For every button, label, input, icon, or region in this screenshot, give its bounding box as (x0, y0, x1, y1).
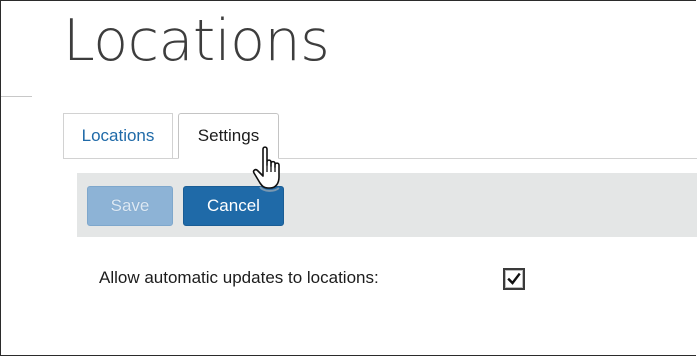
tab-bar-baseline (63, 158, 697, 159)
checkmark-icon (507, 272, 521, 285)
auto-update-checkbox[interactable] (503, 268, 525, 290)
save-button[interactable]: Save (87, 186, 173, 226)
tab-locations[interactable]: Locations (63, 113, 173, 158)
action-toolbar: Save Cancel (77, 173, 697, 237)
tab-settings[interactable]: Settings (178, 113, 279, 159)
tab-bar: Locations Settings (63, 113, 697, 159)
tab-label: Settings (197, 126, 260, 145)
tab-label: Locations (81, 126, 155, 145)
divider (1, 96, 32, 97)
cancel-button[interactable]: Cancel (183, 186, 284, 226)
auto-update-label: Allow automatic updates to locations: (99, 268, 379, 287)
page-title: Locations (63, 8, 330, 74)
app-window: Locations Locations Settings Save Cancel… (0, 0, 697, 356)
